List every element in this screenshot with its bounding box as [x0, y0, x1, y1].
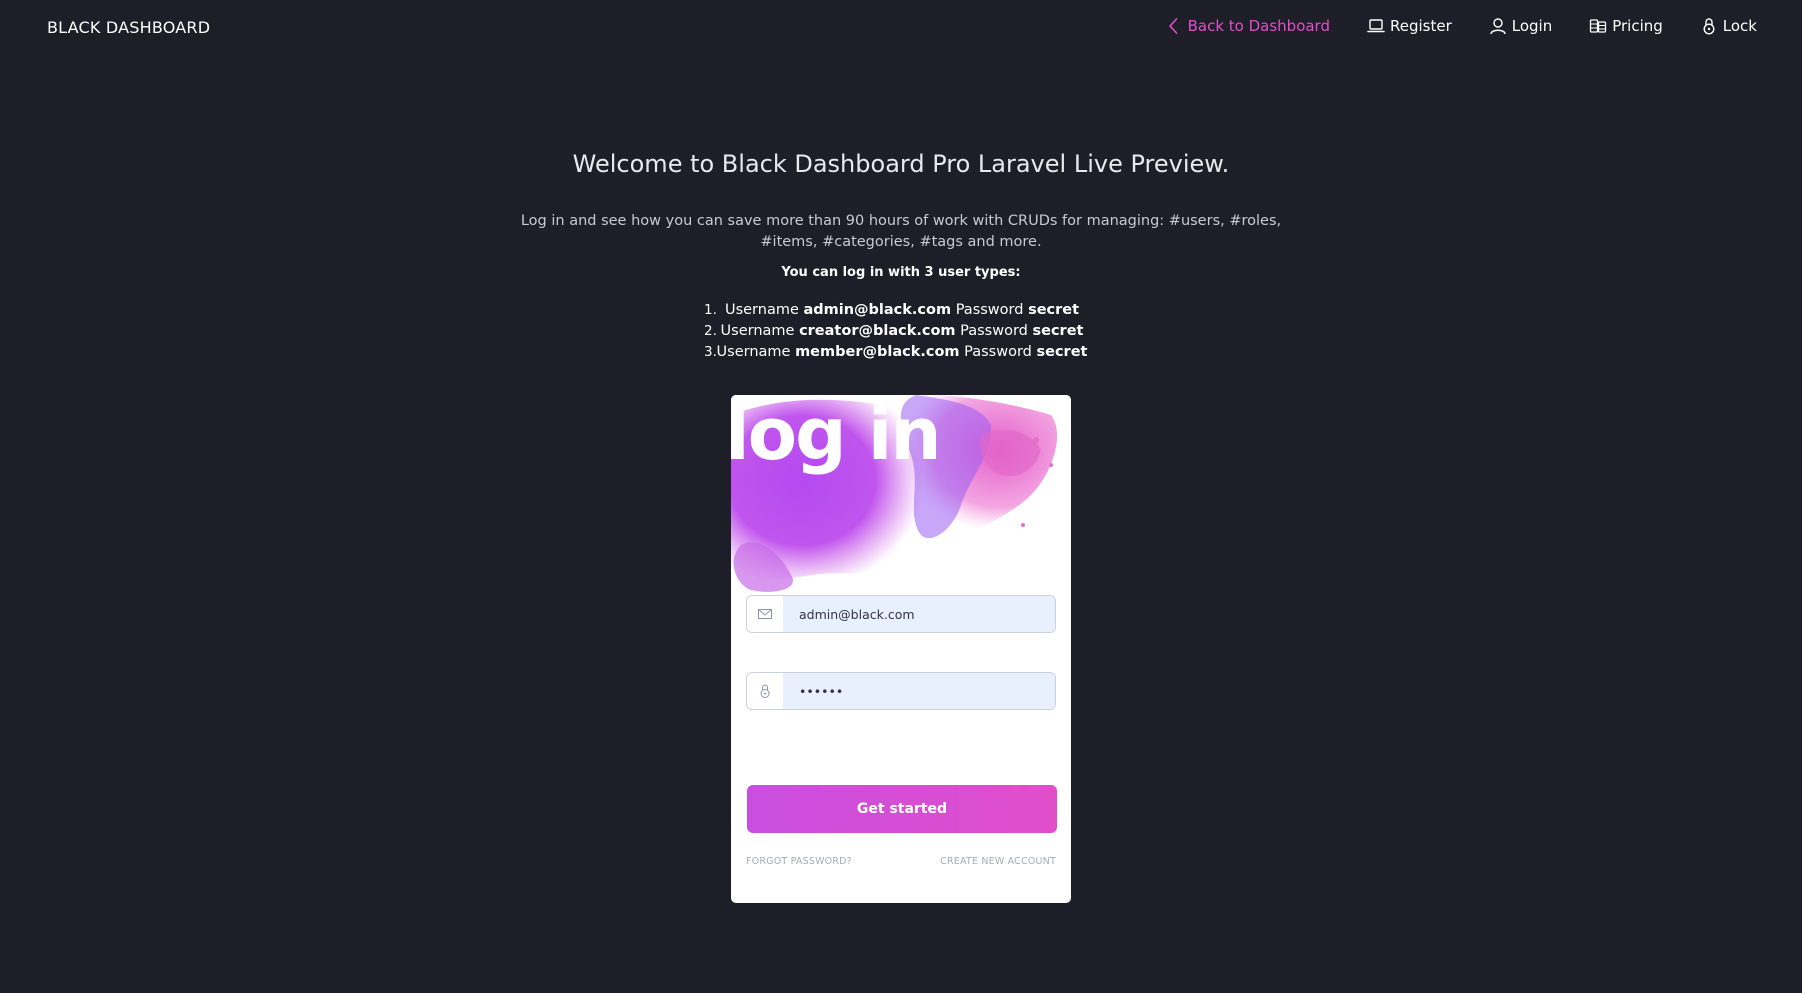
- navbar: BLACK DASHBOARD Back to Dashboard Regist…: [0, 0, 1802, 57]
- credential-number: 3.: [704, 344, 717, 360]
- username-label: Username: [720, 323, 795, 339]
- laptop-icon: [1366, 16, 1386, 36]
- get-started-button[interactable]: Get started: [747, 785, 1057, 833]
- credential-item: 1. Username admin@black.com Password sec…: [700, 300, 1104, 321]
- nav-lock[interactable]: Lock: [1699, 16, 1757, 36]
- chevron-left-icon: [1164, 16, 1184, 36]
- nav-login[interactable]: Login: [1488, 16, 1552, 36]
- email-field[interactable]: [783, 596, 1055, 632]
- lock-icon: [747, 673, 783, 709]
- email-input-group: [746, 595, 1056, 633]
- password-input-group: [746, 672, 1056, 710]
- user-icon: [1488, 16, 1508, 36]
- nav-back-to-dashboard[interactable]: Back to Dashboard: [1164, 16, 1330, 36]
- card-header-image: log in: [731, 395, 1071, 595]
- nav-lock-label: Lock: [1722, 17, 1757, 35]
- credential-username: creator@black.com: [799, 323, 956, 339]
- username-label: Username: [716, 344, 791, 360]
- password-label: Password: [960, 323, 1028, 339]
- password-label: Password: [964, 344, 1032, 360]
- credential-number: 1.: [704, 302, 717, 318]
- credentials-list: 1. Username admin@black.com Password sec…: [700, 300, 1104, 363]
- credential-username: admin@black.com: [803, 302, 952, 318]
- create-account-link[interactable]: Create new account: [940, 856, 1056, 867]
- brand-link[interactable]: BLACK DASHBOARD: [47, 18, 210, 37]
- nav-login-label: Login: [1511, 17, 1553, 35]
- credential-item: 3. Username member@black.com Password se…: [700, 342, 1104, 363]
- nav-register[interactable]: Register: [1366, 16, 1452, 36]
- nav-pricing-label: Pricing: [1612, 17, 1663, 35]
- forgot-password-link[interactable]: Forgot password?: [746, 856, 852, 867]
- nav-pricing[interactable]: Pricing: [1588, 16, 1663, 36]
- lock-icon: [1699, 16, 1719, 36]
- login-card: log in Get started Forgot password? Crea…: [731, 395, 1071, 903]
- credential-item: 2. Username creator@black.com Password s…: [700, 321, 1104, 342]
- nav-menu: Back to Dashboard Register Login Pricing: [1164, 16, 1757, 36]
- card-title: log in: [731, 395, 942, 476]
- credential-password: secret: [1032, 323, 1084, 339]
- credential-number: 2.: [704, 323, 717, 339]
- nav-register-label: Register: [1389, 17, 1452, 35]
- nav-back-label: Back to Dashboard: [1187, 17, 1330, 35]
- credential-password: secret: [1036, 344, 1088, 360]
- credential-password: secret: [1028, 302, 1080, 318]
- welcome-title: Welcome to Black Dashboard Pro Laravel L…: [572, 150, 1230, 178]
- user-types-heading: You can log in with 3 user types:: [781, 265, 1021, 280]
- welcome-description: Log in and see how you can save more tha…: [520, 213, 1282, 250]
- coins-icon: [1588, 16, 1608, 36]
- username-label: Username: [724, 302, 799, 318]
- password-field[interactable]: [783, 673, 1055, 709]
- password-label: Password: [955, 302, 1024, 318]
- email-icon: [747, 596, 783, 632]
- credential-username: member@black.com: [795, 344, 960, 360]
